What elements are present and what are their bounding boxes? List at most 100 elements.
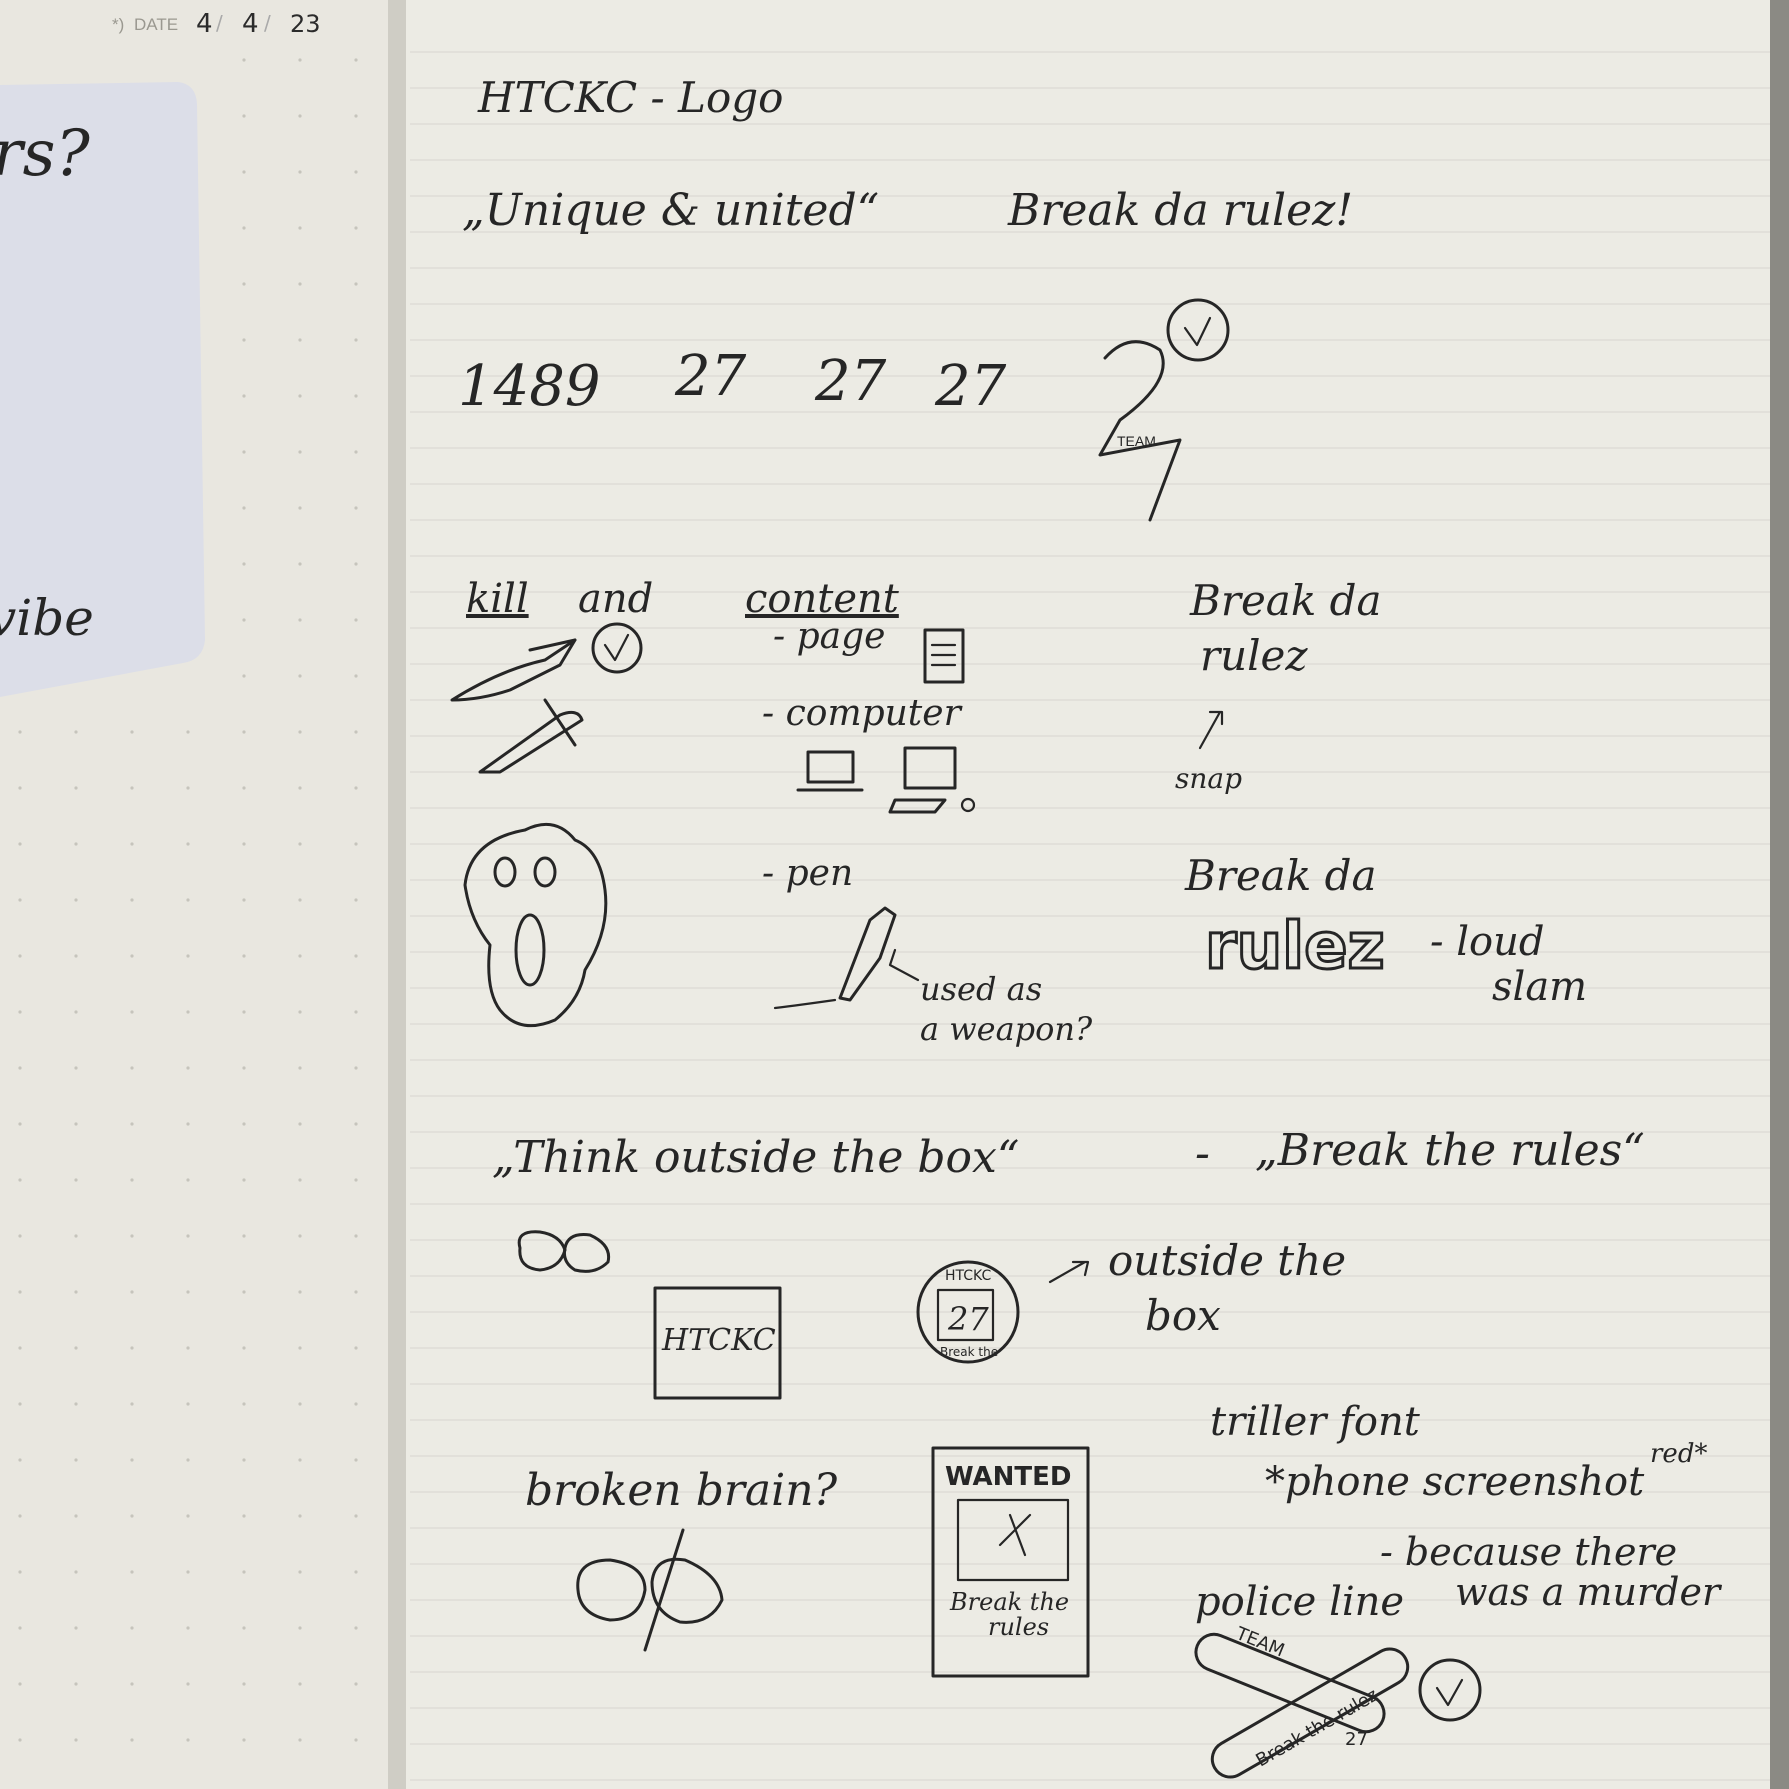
rulez-2: rulez xyxy=(1205,910,1385,984)
grid-dot xyxy=(298,786,302,790)
grid-dot xyxy=(298,1570,302,1574)
sticky-note-line1: rs? xyxy=(0,117,90,191)
grid-dot xyxy=(18,1066,22,1070)
grid-dot xyxy=(354,898,358,902)
grid-dot xyxy=(18,1402,22,1406)
grid-dot xyxy=(130,842,134,846)
grid-dot xyxy=(354,1290,358,1294)
grid-dot xyxy=(130,1234,134,1238)
date-day: 4 xyxy=(196,9,213,39)
grid-dot xyxy=(74,1010,78,1014)
grid-dot xyxy=(242,1738,246,1742)
number-sketch-4: 27 xyxy=(934,354,1007,419)
grid-dot xyxy=(298,674,302,678)
grid-dot xyxy=(130,730,134,734)
grid-dot xyxy=(242,674,246,678)
spine-shadow xyxy=(388,0,406,1789)
grid-dot xyxy=(242,1066,246,1070)
grid-dot xyxy=(354,394,358,398)
content-page: - page xyxy=(773,616,885,657)
grid-dot xyxy=(242,338,246,342)
grid-dot xyxy=(74,1290,78,1294)
grid-dot xyxy=(130,1570,134,1574)
grid-dot xyxy=(354,506,358,510)
grid-dot xyxy=(354,1234,358,1238)
grid-dot xyxy=(18,1738,22,1742)
grid-dot xyxy=(130,1402,134,1406)
content-computer: - computer xyxy=(762,693,963,734)
grid-dot xyxy=(130,1290,134,1294)
grid-dot xyxy=(242,1682,246,1686)
grid-dot xyxy=(354,450,358,454)
grid-dot xyxy=(354,618,358,622)
grid-dot xyxy=(242,1514,246,1518)
grid-dot xyxy=(354,1738,358,1742)
grid-dot xyxy=(354,1122,358,1126)
grid-dot xyxy=(130,1458,134,1462)
grid-dot xyxy=(18,1234,22,1238)
grid-dot xyxy=(298,898,302,902)
grid-dot xyxy=(130,1178,134,1182)
grid-dot xyxy=(354,842,358,846)
grid-dot xyxy=(242,394,246,398)
grid-dot xyxy=(74,786,78,790)
grid-dot xyxy=(74,954,78,958)
grid-dot xyxy=(298,1346,302,1350)
grid-dot xyxy=(298,1738,302,1742)
grid-dot xyxy=(18,1514,22,1518)
grid-dot xyxy=(242,1626,246,1630)
because-label-2: was a murder xyxy=(1455,1570,1723,1614)
date-sep-1: / xyxy=(216,11,223,35)
date-month: 4 xyxy=(242,9,259,39)
grid-dot xyxy=(18,730,22,734)
grid-dot xyxy=(186,786,190,790)
grid-dot xyxy=(298,282,302,286)
break-da-2: Break da xyxy=(1184,851,1377,900)
content-pen: - pen xyxy=(762,853,853,894)
slogan-break: Break da rulez! xyxy=(1007,185,1353,236)
grid-dot xyxy=(354,1682,358,1686)
grid-dot xyxy=(18,1458,22,1462)
grid-dot xyxy=(298,1514,302,1518)
grid-dot xyxy=(242,1010,246,1014)
grid-dot xyxy=(242,1178,246,1182)
break-the-rules-quote: „Break the rules“ xyxy=(1255,1125,1645,1176)
grid-dot xyxy=(74,1234,78,1238)
grid-dot xyxy=(242,562,246,566)
grid-dot xyxy=(186,1458,190,1462)
grid-dot xyxy=(186,1122,190,1126)
grid-dot xyxy=(186,1234,190,1238)
page-edge xyxy=(1770,0,1789,1789)
grid-dot xyxy=(298,954,302,958)
grid-dot xyxy=(74,898,78,902)
grid-dot xyxy=(74,730,78,734)
number-sketch-2: 27 xyxy=(674,344,747,409)
wanted-caption-2: rules xyxy=(988,1613,1049,1641)
grid-dot xyxy=(298,226,302,230)
grid-dot xyxy=(354,786,358,790)
grid-dot xyxy=(354,1626,358,1630)
phone-screenshot-label: *phone screenshot xyxy=(1265,1459,1645,1505)
grid-dot xyxy=(186,1290,190,1294)
grid-dot xyxy=(18,1346,22,1350)
grid-dot xyxy=(242,114,246,118)
grid-dot xyxy=(186,898,190,902)
red-label: red* xyxy=(1650,1439,1707,1469)
grid-dot xyxy=(298,618,302,622)
grid-dot xyxy=(186,1066,190,1070)
because-label-1: - because there xyxy=(1380,1530,1677,1574)
grid-dot xyxy=(242,282,246,286)
think-dash: - xyxy=(1195,1128,1210,1179)
grid-dot xyxy=(242,898,246,902)
outside-the-label: outside the xyxy=(1108,1236,1346,1285)
grid-dot xyxy=(130,1682,134,1686)
sticky-note-line2: vibe xyxy=(0,589,94,647)
date-sep-2: / xyxy=(264,11,271,35)
grid-dot xyxy=(354,1010,358,1014)
grid-dot xyxy=(18,1122,22,1126)
grid-dot xyxy=(298,1458,302,1462)
grid-dot xyxy=(186,954,190,958)
grid-dot xyxy=(354,1066,358,1070)
grid-dot xyxy=(186,1402,190,1406)
number-sketch-3: 27 xyxy=(814,349,887,414)
